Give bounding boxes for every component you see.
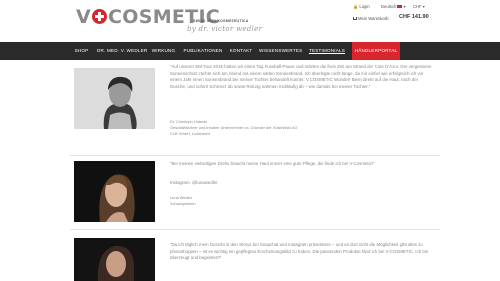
nav-item-wirkung[interactable]: WIRKUNG: [150, 42, 177, 60]
cart-link[interactable]: Mein Warenkorb: [353, 16, 389, 21]
portrait-image: [74, 238, 155, 281]
nav-item-wissenswertes[interactable]: WISSENSWERTES: [259, 42, 302, 60]
testimonial-photo: [74, 161, 155, 222]
swiss-cross-icon: [92, 9, 108, 24]
nav-item-haendlerportal[interactable]: HÄNDLERPORTAL: [352, 42, 400, 60]
login-link[interactable]: 🔒 Login: [353, 4, 370, 10]
logo-tagline: SWISS SKIN KOSMEZEUTICA: [193, 19, 249, 23]
logo-signature: by dr. victor wedler: [187, 25, 263, 33]
instagram-handle[interactable]: Instagram: @lunawedler: [170, 180, 432, 187]
testimonial-text: “Da ich täglich mein Gesicht in den Stor…: [170, 242, 429, 261]
nav-item-dr-wedler[interactable]: DR. MED. V. WEDLER: [97, 42, 147, 60]
testimonial-photo: [74, 68, 155, 129]
divider: [70, 155, 440, 156]
currency-select[interactable]: CHF ▾: [413, 4, 425, 9]
nav-item-shop[interactable]: SHOP: [72, 42, 91, 60]
testimonial-card: “Da ich täglich mein Gesicht in den Stor…: [70, 232, 440, 281]
testimonial-card: “Bei meinen vielseitigen Drehs braucht m…: [70, 158, 440, 228]
nav-item-publikationen[interactable]: PUBLIKATIONEN: [183, 42, 223, 60]
flag-icon: [397, 4, 403, 8]
testimonial-author: Luna Wedler Schauspielerin: [170, 195, 196, 206]
portrait-image: [74, 161, 155, 222]
nav-item-kontakt[interactable]: KONTAKT: [229, 42, 253, 60]
site-header: V COSMETIC SWISS SKIN KOSMEZEUTICA by dr.…: [0, 0, 500, 42]
main-nav: SHOP DR. MED. V. WEDLER WIRKUNG PUBLIKAT…: [0, 42, 500, 60]
header-utilities: 🔒 Login Deutsch ▾ CHF ▾ Mein Warenkorb C…: [350, 0, 500, 42]
nav-item-testimonials[interactable]: TESTIMONIALS: [307, 42, 347, 60]
testimonial-card: “Auf unserer EM-Tour 2016 hatten wir ein…: [70, 62, 440, 152]
divider: [70, 229, 440, 230]
testimonial-author: Dr. Christoph Lintecki Geschäftsführer u…: [170, 119, 298, 136]
cart-icon: [353, 17, 357, 20]
cart-total[interactable]: CHF 141.90: [399, 14, 429, 20]
testimonial-text: “Auf unserer EM-Tour 2016 hatten wir ein…: [170, 64, 432, 90]
language-select[interactable]: Deutsch ▾: [381, 4, 406, 9]
portrait-image: [74, 68, 155, 129]
testimonial-text: “Bei meinen vielseitigen Drehs braucht m…: [170, 161, 375, 166]
testimonial-photo: [74, 238, 155, 281]
